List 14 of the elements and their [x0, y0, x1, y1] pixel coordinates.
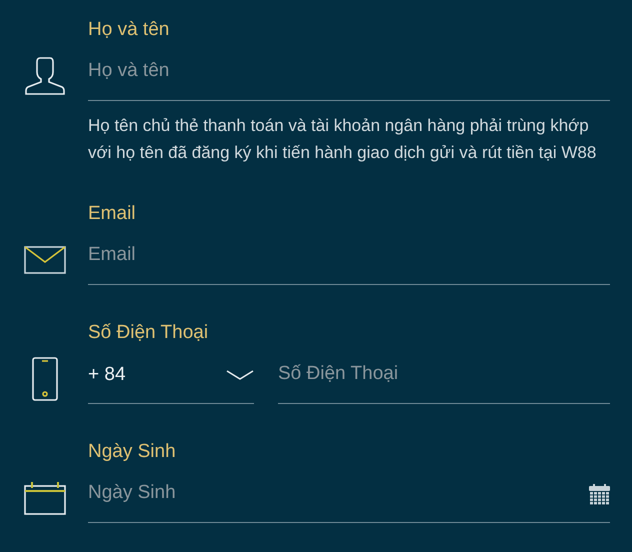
phone-field[interactable]: Số Điện Thoại	[278, 353, 610, 404]
email-field[interactable]: Email	[88, 234, 610, 285]
calendar-icon[interactable]	[589, 484, 610, 505]
field-label: Email	[88, 202, 137, 226]
chevron-down-icon	[226, 370, 254, 380]
calendar-icon	[24, 480, 66, 514]
person-icon	[24, 54, 66, 96]
name-field[interactable]: Họ và tên	[88, 50, 610, 101]
field-note: Họ tên chủ thẻ thanh toán và tài khoản ngân hàng phải trùng khớp với họ tên đã đăng ký khi tiến hành giao dịch gửi và rút tiền tại W88	[88, 115, 598, 164]
country-code-dropdown[interactable]: + 84	[88, 353, 254, 404]
field-label: Ngày Sinh	[88, 440, 177, 464]
envelope-icon	[24, 246, 66, 274]
field-label: Số Điện Thoại	[88, 321, 210, 345]
field-label: Họ và tên	[88, 18, 170, 42]
